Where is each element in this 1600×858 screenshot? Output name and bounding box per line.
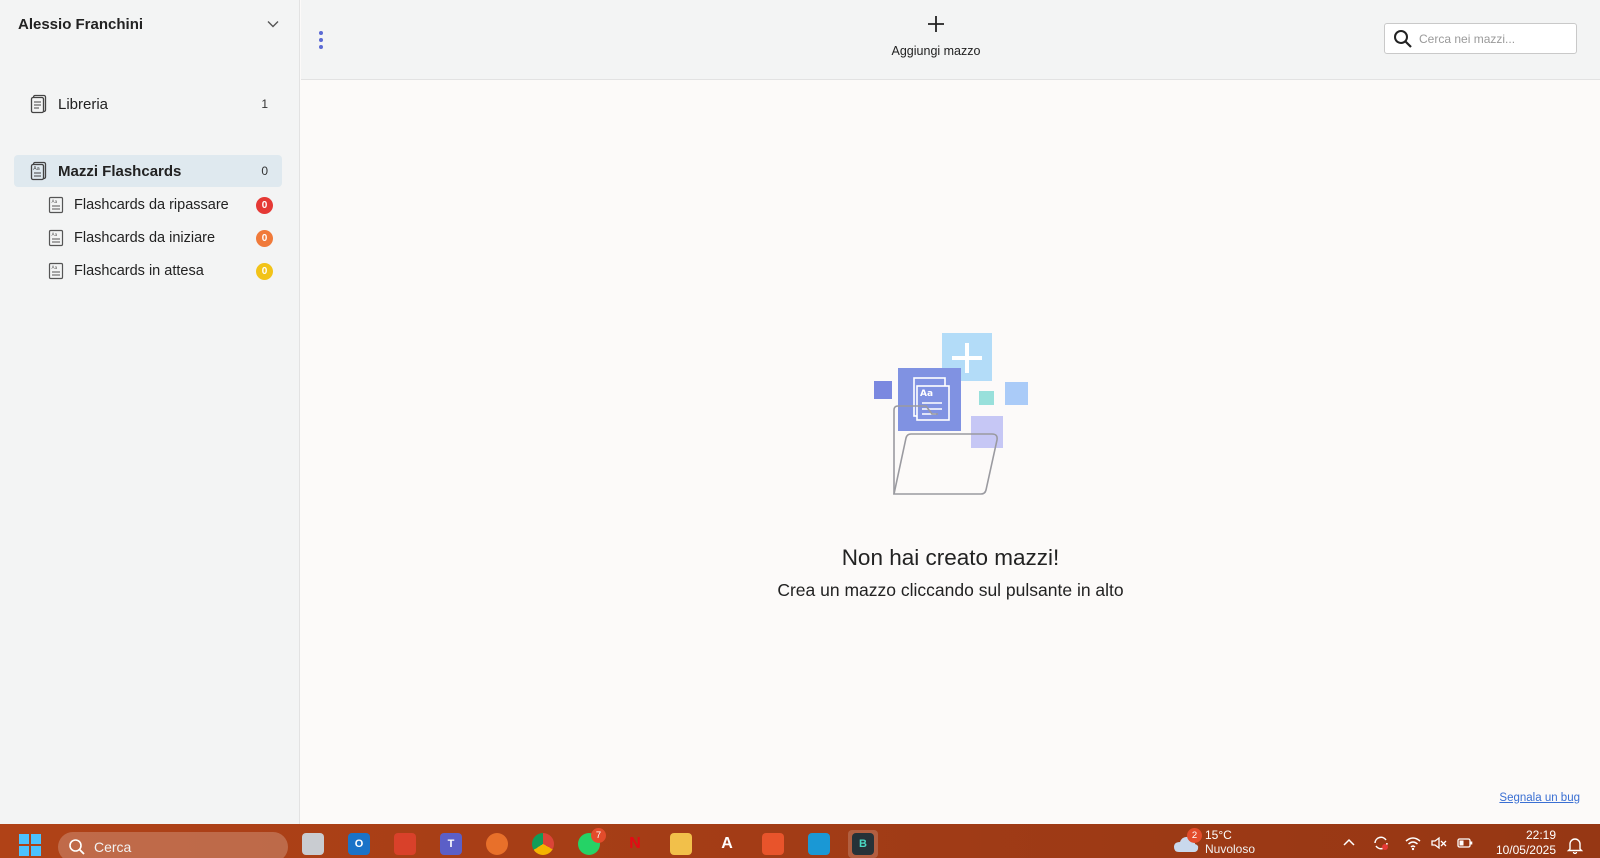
sidebar-item-label: Flashcards da iniziare (74, 230, 216, 246)
count-badge: 0 (256, 196, 273, 214)
deck-icon: Aa (48, 229, 64, 247)
taskbar-search-label: Cerca (94, 839, 132, 855)
sync-icon[interactable] (1372, 834, 1390, 852)
notification-bell-icon[interactable] (1566, 836, 1584, 854)
deck-icon: Aa (30, 161, 48, 181)
user-name: Alessio Franchini (18, 15, 144, 33)
svg-text:Aa: Aa (52, 232, 58, 238)
netflix-icon[interactable]: N (620, 830, 650, 858)
cloud-icon: 2 (1173, 828, 1202, 856)
notification-badge: 7 (591, 828, 606, 843)
empty-state-subtitle: Crea un mazzo cliccando sul pulsante in … (777, 580, 1124, 600)
user-menu[interactable]: Alessio Franchini (18, 13, 280, 35)
svg-text:Aa: Aa (52, 199, 58, 205)
library-icon (30, 94, 48, 114)
outlook-icon[interactable]: O (344, 830, 374, 858)
sidebar-item-waiting[interactable]: Aa Flashcards in attesa 0 (14, 255, 282, 287)
firefox-icon[interactable] (482, 830, 512, 858)
sidebar-item-label: Mazzi Flashcards (58, 162, 182, 180)
weather-condition: Nuvoloso (1205, 842, 1256, 856)
plus-icon (926, 14, 946, 34)
report-bug-link[interactable]: Segnala un bug (1499, 792, 1580, 804)
deck-icon: Aa (48, 196, 64, 214)
windows-taskbar: Cerca O T 7 N A B 2 15°C Nuvoloso 22:19 … (0, 824, 1600, 858)
search-icon (1393, 29, 1413, 49)
weather-badge: 2 (1187, 828, 1202, 843)
weather-temp: 15°C (1205, 828, 1232, 842)
system-tray (1340, 834, 1482, 852)
wifi-icon[interactable] (1404, 834, 1422, 852)
chrome-icon[interactable] (528, 830, 558, 858)
library-count: 1 (261, 97, 268, 111)
task-view-icon[interactable] (298, 830, 328, 858)
sidebar-item-decks[interactable]: Aa Mazzi Flashcards 0 (14, 155, 282, 187)
taskbar-search[interactable]: Cerca (58, 832, 288, 858)
sidebar-item-label: Flashcards da ripassare (74, 197, 229, 213)
sidebar-item-to-start[interactable]: Aa Flashcards da iniziare 0 (14, 222, 282, 254)
clock-time: 22:19 (1525, 828, 1556, 842)
chevron-down-icon[interactable] (266, 17, 280, 31)
acrobat-icon[interactable]: A (712, 830, 742, 858)
sidebar-item-label: Flashcards in attesa (74, 263, 204, 279)
clock-date: 10/05/2025 (1495, 843, 1556, 857)
count-badge: 0 (256, 229, 273, 247)
app-icon[interactable] (390, 830, 420, 858)
count-badge: 0 (256, 262, 273, 280)
chevron-up-icon[interactable] (1340, 834, 1358, 852)
sidebar-item-label: Libreria (58, 95, 109, 113)
add-deck-button[interactable]: Aggiungi mazzo (881, 14, 991, 70)
file-explorer-icon[interactable] (666, 830, 696, 858)
whatsapp-icon[interactable]: 7 (574, 828, 606, 858)
brave-icon[interactable] (758, 830, 788, 858)
more-options-icon[interactable] (315, 30, 327, 50)
illustration-text: Aa (920, 389, 933, 399)
empty-decks-illustration: Aa (866, 330, 1036, 500)
volume-muted-icon[interactable] (1430, 834, 1448, 852)
sidebar: Alessio Franchini Libreria 1 Aa Mazzi Fl… (0, 0, 300, 824)
teams-icon[interactable]: T (436, 830, 466, 858)
flashcards-app-icon[interactable]: B (848, 830, 878, 858)
battery-icon[interactable] (1456, 834, 1474, 852)
toolbar: Aggiungi mazzo (301, 0, 1600, 80)
svg-text:Aa: Aa (52, 265, 58, 271)
prime-video-icon[interactable] (804, 830, 834, 858)
empty-state-title: Non hai creato mazzi! (841, 545, 1060, 570)
search-input[interactable] (1419, 31, 1569, 46)
windows-start-icon[interactable] (18, 833, 42, 857)
sidebar-item-to-review[interactable]: Aa Flashcards da ripassare 0 (14, 189, 282, 221)
deck-icon: Aa (48, 262, 64, 280)
search-box[interactable] (1384, 23, 1577, 54)
search-icon (68, 838, 86, 856)
add-deck-label: Aggiungi mazzo (891, 44, 981, 58)
system-clock[interactable]: 22:19 10/05/2025 (1488, 828, 1556, 858)
weather-widget[interactable]: 2 15°C Nuvoloso (1173, 828, 1255, 858)
svg-text:Aa: Aa (33, 166, 39, 172)
decks-count: 0 (261, 164, 268, 178)
sidebar-item-library[interactable]: Libreria 1 (14, 88, 282, 120)
